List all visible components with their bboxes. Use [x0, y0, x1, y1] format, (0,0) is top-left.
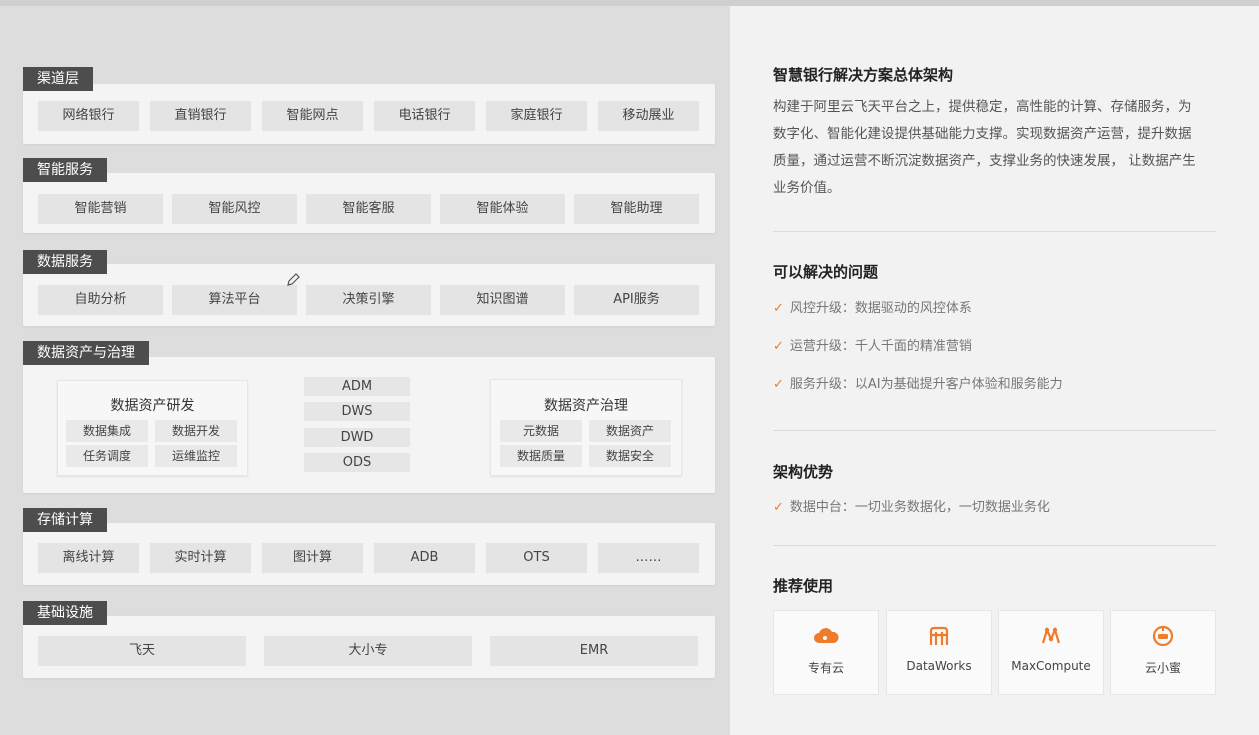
data-asset-dev-title: 数据资产研发	[110, 398, 195, 414]
dev-item[interactable]: 数据开发	[155, 420, 237, 442]
check-icon: ✓	[773, 500, 784, 515]
product-card-private-cloud[interactable]: 专有云	[773, 610, 879, 695]
problem-text: 服务升级：以AI为基础提升客户体验和服务能力	[789, 377, 1063, 392]
recommend-title: 推荐使用	[773, 577, 834, 595]
channel-item[interactable]: 移动展业	[598, 101, 699, 131]
product-name: 专有云	[807, 661, 844, 675]
gov-item[interactable]: 数据安全	[589, 445, 671, 467]
storage-item[interactable]: 实时计算	[150, 543, 251, 573]
layer-stack-item[interactable]: DWS	[304, 402, 410, 421]
product-name: DataWorks	[906, 659, 972, 673]
problem-item: ✓ 风控升级：数据驱动的风控体系	[773, 299, 972, 319]
channel-item[interactable]: 家庭银行	[486, 101, 587, 131]
channel-item[interactable]: 网络银行	[38, 101, 139, 131]
dev-item[interactable]: 数据集成	[66, 420, 148, 442]
storage-item[interactable]: ……	[598, 543, 699, 573]
data-service-item[interactable]: API服务	[574, 285, 699, 315]
data-asset-layer-label: 数据资产与治理	[23, 341, 149, 365]
advantage-item: ✓ 数据中台：一切业务数据化，一切数据业务化	[773, 498, 1050, 518]
layer-stack-item[interactable]: ADM	[304, 377, 410, 396]
check-icon: ✓	[773, 377, 784, 392]
cloud-icon	[774, 625, 878, 649]
pencil-icon	[287, 273, 300, 286]
smart-service-item[interactable]: 智能体验	[440, 194, 565, 224]
data-service-item[interactable]: 决策引擎	[306, 285, 431, 315]
gov-item[interactable]: 数据质量	[500, 445, 582, 467]
advantages-title: 架构优势	[773, 463, 834, 481]
gov-item[interactable]: 数据资产	[589, 420, 671, 442]
advantage-text: 数据中台：一切业务数据化，一切数据业务化	[789, 500, 1050, 515]
storage-item[interactable]: OTS	[486, 543, 587, 573]
problem-item: ✓ 服务升级：以AI为基础提升客户体验和服务能力	[773, 375, 1063, 395]
data-service-item[interactable]: 自助分析	[38, 285, 163, 315]
problem-text: 风控升级：数据驱动的风控体系	[789, 301, 972, 316]
data-service-item[interactable]: 知识图谱	[440, 285, 565, 315]
problem-text: 运营升级：千人千面的精准营销	[789, 339, 972, 354]
channel-layer-label: 渠道层	[23, 67, 93, 91]
maxcompute-icon	[999, 625, 1103, 649]
layer-stack-item[interactable]: ODS	[304, 453, 410, 472]
divider	[773, 545, 1216, 546]
storage-item[interactable]: 图计算	[262, 543, 363, 573]
data-asset-gov-title: 数据资产治理	[544, 398, 628, 414]
smart-service-item[interactable]: 智能风控	[172, 194, 297, 224]
data-service-item[interactable]: 算法平台	[172, 285, 297, 315]
product-card-maxcompute[interactable]: MaxCompute	[998, 610, 1104, 695]
infra-item[interactable]: 飞天	[38, 636, 246, 666]
check-icon: ✓	[773, 301, 784, 316]
infra-item[interactable]: EMR	[490, 636, 698, 666]
product-card-yunxiaomi[interactable]: 云小蜜	[1110, 610, 1216, 695]
data-service-layer-label: 数据服务	[23, 250, 107, 274]
storage-item[interactable]: 离线计算	[38, 543, 139, 573]
dev-item[interactable]: 运维监控	[155, 445, 237, 467]
problems-title: 可以解决的问题	[773, 263, 879, 281]
channel-item[interactable]: 电话银行	[374, 101, 475, 131]
check-icon: ✓	[773, 339, 784, 354]
channel-item[interactable]: 直销银行	[150, 101, 251, 131]
robot-icon	[1111, 625, 1215, 649]
storage-layer-label: 存储计算	[23, 508, 107, 532]
top-strip	[0, 0, 1259, 6]
smart-service-item[interactable]: 智能营销	[38, 194, 163, 224]
problem-item: ✓ 运营升级：千人千面的精准营销	[773, 337, 972, 357]
product-name: MaxCompute	[1011, 659, 1091, 673]
divider	[773, 231, 1216, 232]
smart-service-item[interactable]: 智能客服	[306, 194, 431, 224]
gov-item[interactable]: 元数据	[500, 420, 582, 442]
smart-service-item[interactable]: 智能助理	[574, 194, 699, 224]
solution-description: 构建于阿里云飞天平台之上，提供稳定，高性能的计算、存储服务，为数字化、智能化建设…	[773, 99, 1196, 196]
product-card-dataworks[interactable]: DataWorks	[886, 610, 992, 695]
divider	[773, 430, 1216, 431]
channel-item[interactable]: 智能网点	[262, 101, 363, 131]
smart-service-layer-label: 智能服务	[23, 158, 107, 182]
storage-item[interactable]: ADB	[374, 543, 475, 573]
infra-item[interactable]: 大小专	[264, 636, 472, 666]
infra-layer-label: 基础设施	[23, 601, 107, 625]
layer-stack-item[interactable]: DWD	[304, 428, 410, 447]
product-name: 云小蜜	[1144, 661, 1181, 675]
dataworks-icon	[887, 625, 991, 649]
solution-title: 智慧银行解决方案总体架构	[773, 66, 954, 84]
dev-item[interactable]: 任务调度	[66, 445, 148, 467]
